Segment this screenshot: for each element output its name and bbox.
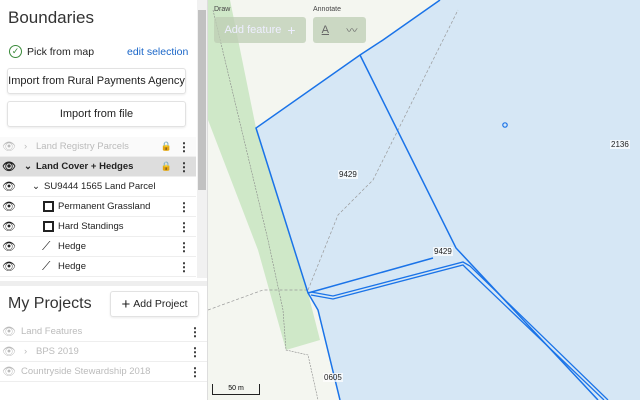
eye-icon[interactable]: 👁 (2, 220, 16, 233)
layer-row[interactable]: 👁 › Land Registry Parcels 🔒 ⋮ (0, 137, 196, 157)
text-tool-icon[interactable]: A (322, 24, 329, 36)
lock-icon[interactable]: 🔒 (161, 141, 172, 152)
parcel-label: 9429 (338, 170, 358, 179)
import-rpa-button[interactable]: Import from Rural Payments Agency (7, 68, 186, 94)
plus-icon: + (121, 295, 131, 313)
freehand-tool-icon[interactable]: 〰 (346, 22, 357, 38)
scale-bar: 50 m (212, 384, 260, 395)
layer-row[interactable]: 👁 Permanent Grassland ⋮ (0, 197, 196, 217)
plus-icon: + (287, 22, 296, 38)
eye-icon[interactable]: 👁 (2, 240, 16, 253)
map-layer (208, 0, 640, 400)
map-canvas[interactable]: 9429 9429 2136 0605 50 m Draw Add featur… (208, 0, 640, 400)
annotate-toolbar: A 〰 (313, 17, 366, 43)
parcel-label: 0605 (323, 373, 343, 382)
more-icon[interactable]: ⋮ (189, 345, 201, 359)
more-icon[interactable]: ⋮ (178, 260, 190, 274)
more-icon[interactable]: ⋮ (189, 325, 201, 339)
more-icon[interactable]: ⋮ (178, 240, 190, 254)
layer-row[interactable]: 👁 ⟋ Hedge ⋮ (0, 237, 196, 257)
add-feature-button[interactable]: Add feature + (214, 17, 306, 43)
pick-from-map-link[interactable]: Pick from map (27, 46, 94, 58)
line-icon: ⟋ (42, 259, 51, 273)
boundaries-title: Boundaries (8, 8, 95, 27)
side-panel: Boundaries ✓ Pick from map edit selectio… (0, 0, 208, 400)
polygon-icon (43, 201, 54, 212)
eye-icon[interactable]: 👁 (2, 200, 16, 213)
parcel-label: 2136 (610, 140, 630, 149)
lock-icon[interactable]: 🔒 (161, 161, 172, 172)
project-row[interactable]: 👁 › BPS 2019 ⋮ (0, 342, 207, 362)
eye-icon[interactable]: 👁 (2, 260, 16, 273)
eye-icon[interactable]: 👁 (2, 160, 16, 173)
add-project-button[interactable]: + Add Project (110, 291, 199, 317)
more-icon[interactable]: ⋮ (178, 200, 190, 214)
chevron-right-icon[interactable]: › (24, 346, 27, 357)
resize-handle[interactable] (0, 281, 207, 286)
projects-title: My Projects (8, 295, 92, 312)
project-row[interactable]: 👁 Land Features ⋮ (0, 322, 207, 342)
eye-off-icon[interactable]: 👁 (2, 365, 16, 378)
layer-row[interactable]: 👁 ⌄ Land Cover + Hedges 🔒 ⋮ (0, 157, 196, 177)
chevron-right-icon[interactable]: › (24, 141, 27, 152)
scrollbar[interactable] (197, 0, 207, 278)
more-icon[interactable]: ⋮ (178, 160, 190, 174)
draw-label: Draw (214, 6, 231, 13)
layer-row[interactable]: 👁 ⌄ SU9444 1565 Land Parcel (0, 177, 196, 197)
layer-row[interactable]: 👁 ⟋ Hedge ⋮ (0, 257, 196, 277)
more-icon[interactable]: ⋮ (178, 220, 190, 234)
more-icon[interactable]: ⋮ (178, 140, 190, 154)
line-icon: ⟋ (42, 239, 51, 253)
polygon-icon (43, 221, 54, 232)
more-icon[interactable]: ⋮ (189, 365, 201, 379)
eye-off-icon[interactable]: 👁 (2, 325, 16, 338)
eye-off-icon[interactable]: 👁 (2, 140, 16, 153)
layer-row[interactable]: 👁 Hard Standings ⋮ (0, 217, 196, 237)
import-file-button[interactable]: Import from file (7, 101, 186, 127)
check-circle-icon: ✓ (9, 45, 22, 58)
project-row[interactable]: 👁 Countryside Stewardship 2018 ⋮ (0, 362, 207, 382)
eye-off-icon[interactable]: 👁 (2, 345, 16, 358)
edit-selection-link[interactable]: edit selection (127, 46, 188, 58)
chevron-down-icon[interactable]: ⌄ (32, 181, 40, 192)
eye-icon[interactable]: 👁 (2, 180, 16, 193)
chevron-down-icon[interactable]: ⌄ (24, 161, 32, 172)
annotate-label: Annotate (313, 6, 342, 13)
parcel-label: 9429 (433, 247, 453, 256)
